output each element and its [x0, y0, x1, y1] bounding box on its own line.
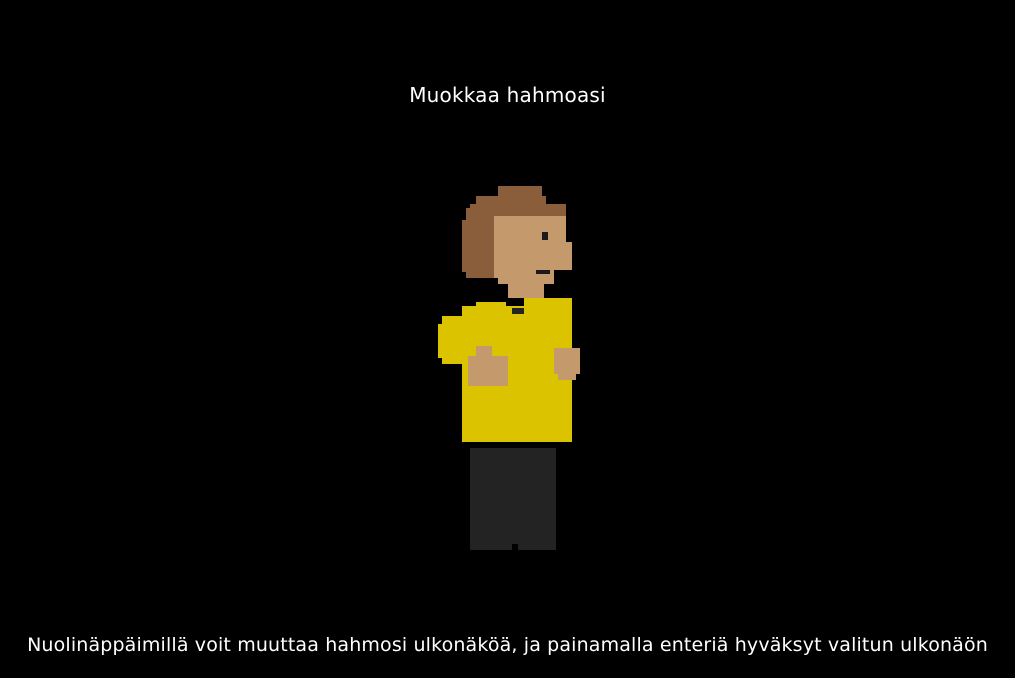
instructions-text: Nuolinäppäimillä voit muuttaa hahmosi ul…: [27, 634, 988, 656]
character-mouth: [536, 270, 550, 274]
character-head: [494, 216, 572, 298]
screen-title: Muokkaa hahmoasi: [409, 83, 606, 107]
character-pants: [470, 448, 556, 550]
character-eye: [542, 232, 548, 240]
character-preview: [436, 186, 582, 558]
